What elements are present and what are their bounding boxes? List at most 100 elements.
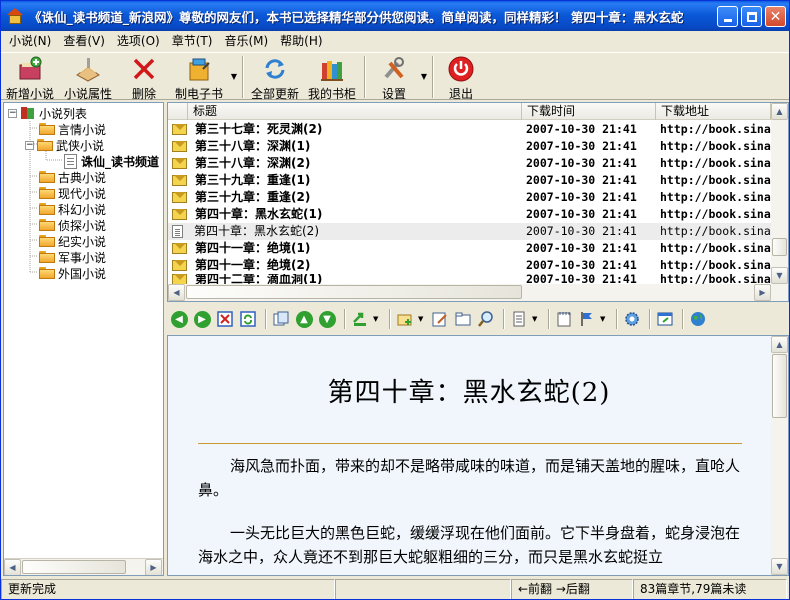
exit-button[interactable]: 退出 — [437, 53, 485, 101]
make-ebook-button[interactable]: 制电子书 — [169, 53, 229, 101]
header-title[interactable]: 标题 — [188, 103, 522, 120]
update-all-button[interactable]: 全部更新 — [247, 53, 303, 101]
list-vertical-scrollbar[interactable]: ▲ ▼ — [771, 103, 788, 284]
status-blank — [335, 579, 511, 599]
chapter-content[interactable]: 第四十章：黑水玄蛇(2) 海风急而扑面，带来的却不是略带咸味的味道，而是铺天盖地… — [167, 335, 789, 576]
scroll-left-button[interactable]: ◀ — [4, 559, 21, 575]
chapter-row[interactable]: 第四十一章：绝境(2) 2007-10-30 21:41 http://book… — [168, 257, 771, 274]
refresh-page-icon — [240, 311, 256, 327]
content-vertical-scrollbar[interactable]: ▲ ▼ — [771, 336, 788, 575]
maximize-button[interactable] — [741, 6, 762, 27]
settings-dropdown[interactable]: ▼ — [419, 53, 429, 99]
new-folder-button[interactable] — [395, 309, 415, 329]
delete-button[interactable]: 删除 — [119, 53, 169, 101]
minimize-button[interactable] — [717, 6, 738, 27]
arrow-left-circle-icon: ◀ — [170, 310, 188, 328]
settings-button[interactable]: 设置 — [369, 53, 419, 101]
down-button[interactable]: ▼ — [317, 309, 337, 329]
make-ebook-dropdown[interactable]: ▼ — [229, 53, 239, 99]
tree-item-foreign[interactable]: 外国小说 — [39, 265, 106, 281]
scroll-up-button[interactable]: ▲ — [771, 103, 788, 120]
menu-view[interactable]: 查看(V) — [57, 31, 111, 51]
back-button[interactable]: ◀ — [169, 309, 189, 329]
arrow-left-icon: ◀ — [9, 563, 16, 572]
forward-button[interactable]: ▶ — [192, 309, 212, 329]
header-url[interactable]: 下载地址 — [656, 103, 771, 120]
chapter-time: 2007-10-30 21:41 — [526, 122, 637, 136]
novel-props-button[interactable]: 小说属性 — [57, 53, 119, 101]
tree-item-military[interactable]: 军事小说 — [39, 249, 106, 265]
arrow-up-icon: ▲ — [776, 107, 783, 116]
scroll-right-button[interactable]: ▶ — [754, 284, 771, 301]
scroll-up-button[interactable]: ▲ — [771, 336, 788, 353]
tree-item-documentary[interactable]: 纪实小说 — [39, 233, 106, 249]
notes-button[interactable] — [554, 309, 574, 329]
menu-music[interactable]: 音乐(M) — [218, 31, 274, 51]
menu-options[interactable]: 选项(O) — [111, 31, 166, 51]
close-button[interactable]: ✕ — [765, 6, 786, 27]
chapter-row[interactable]: 第三十七章：死灵渊(2) 2007-10-30 21:41 http://boo… — [168, 121, 771, 138]
chapter-row[interactable]: 第三十九章：重逢(1) 2007-10-30 21:41 http://book… — [168, 172, 771, 189]
chapter-row[interactable]: 第三十八章：深渊(2) 2007-10-30 21:41 http://book… — [168, 155, 771, 172]
new-novel-button[interactable]: 新增小说 — [3, 53, 57, 101]
tree-item-zhuxian[interactable]: 诛仙_读书频道 — [64, 153, 159, 169]
globe-button[interactable] — [688, 309, 708, 329]
stop-icon — [217, 311, 233, 327]
menu-help[interactable]: 帮助(H) — [274, 31, 328, 51]
refresh-page-button[interactable] — [238, 309, 258, 329]
my-bookshelf-button[interactable]: 我的书柜 — [303, 53, 361, 101]
search-button[interactable] — [476, 309, 496, 329]
scroll-thumb[interactable] — [186, 285, 522, 299]
scroll-down-button[interactable]: ▼ — [771, 267, 788, 284]
arrow-down-icon: ▼ — [776, 562, 783, 571]
bookmark-dropdown[interactable]: ▼ — [532, 315, 540, 323]
bookmark-button[interactable] — [509, 309, 529, 329]
window-button[interactable] — [655, 309, 675, 329]
tree-horizontal-scrollbar[interactable]: ◀ ▶ — [4, 558, 163, 575]
tree-item-romance[interactable]: 言情小说 — [39, 121, 106, 137]
scroll-thumb[interactable] — [772, 238, 787, 256]
tree-item-wuxia[interactable]: − 武侠小说 — [25, 137, 104, 153]
edit-button[interactable] — [430, 309, 450, 329]
flag-dropdown[interactable]: ▼ — [600, 315, 608, 323]
menu-chapter[interactable]: 章节(T) — [166, 31, 219, 51]
tree-item-modern[interactable]: 现代小说 — [39, 185, 106, 201]
collapse-icon[interactable]: − — [25, 140, 34, 150]
scroll-thumb[interactable] — [772, 354, 787, 418]
copy-button[interactable] — [271, 309, 291, 329]
list-horizontal-scrollbar[interactable]: ◀ ▶ — [168, 284, 788, 301]
chapter-row-selected[interactable]: 第四十章：黑水玄蛇(2) 2007-10-30 21:41 http://boo… — [168, 223, 771, 240]
mail-icon — [172, 158, 187, 169]
collapse-icon[interactable]: − — [8, 108, 17, 118]
app-house-icon — [6, 7, 24, 25]
tree-item-label: 现代小说 — [58, 186, 107, 201]
go-dropdown[interactable]: ▼ — [373, 315, 381, 323]
chapter-row[interactable]: 第四十章：黑水玄蛇(1) 2007-10-30 21:41 http://boo… — [168, 206, 771, 223]
go-button[interactable] — [350, 309, 370, 329]
chapter-row[interactable]: 第三十九章：重逢(2) 2007-10-30 21:41 http://book… — [168, 189, 771, 206]
menu-novel[interactable]: 小说(N) — [3, 31, 57, 51]
tree-item-scifi[interactable]: 科幻小说 — [39, 201, 106, 217]
chapter-row[interactable]: 第三十八章：深渊(1) 2007-10-30 21:41 http://book… — [168, 138, 771, 155]
header-icon-col[interactable] — [168, 103, 188, 120]
chevron-down-icon: ▼ — [230, 71, 238, 81]
stop-button[interactable] — [215, 309, 235, 329]
scroll-down-button[interactable]: ▼ — [771, 558, 788, 575]
tree-item-detective[interactable]: 侦探小说 — [39, 217, 106, 233]
chapter-row[interactable]: 第四十一章：绝境(1) 2007-10-30 21:41 http://book… — [168, 240, 771, 257]
scroll-right-button[interactable]: ▶ — [145, 559, 162, 575]
header-time[interactable]: 下载时间 — [522, 103, 656, 120]
tree-item-classic[interactable]: 古典小说 — [39, 169, 106, 185]
folder-button[interactable] — [453, 309, 473, 329]
scroll-left-button[interactable]: ◀ — [168, 284, 185, 301]
scroll-thumb[interactable] — [22, 560, 126, 574]
options-button[interactable] — [622, 309, 642, 329]
new-folder-dropdown[interactable]: ▼ — [418, 315, 426, 323]
up-button[interactable]: ▲ — [294, 309, 314, 329]
chapter-url: http://book.sina — [660, 258, 771, 272]
tree-root-label: 小说列表 — [39, 106, 88, 121]
flag-button[interactable] — [577, 309, 597, 329]
title-bar[interactable]: 《诛仙_读书频道_新浪网》尊敬的网友们，本书已选择精华部分供您阅读。简单阅读，同… — [1, 1, 789, 31]
tree-item-label: 纪实小说 — [58, 234, 107, 249]
tree-root[interactable]: − 小说列表 — [8, 105, 87, 121]
